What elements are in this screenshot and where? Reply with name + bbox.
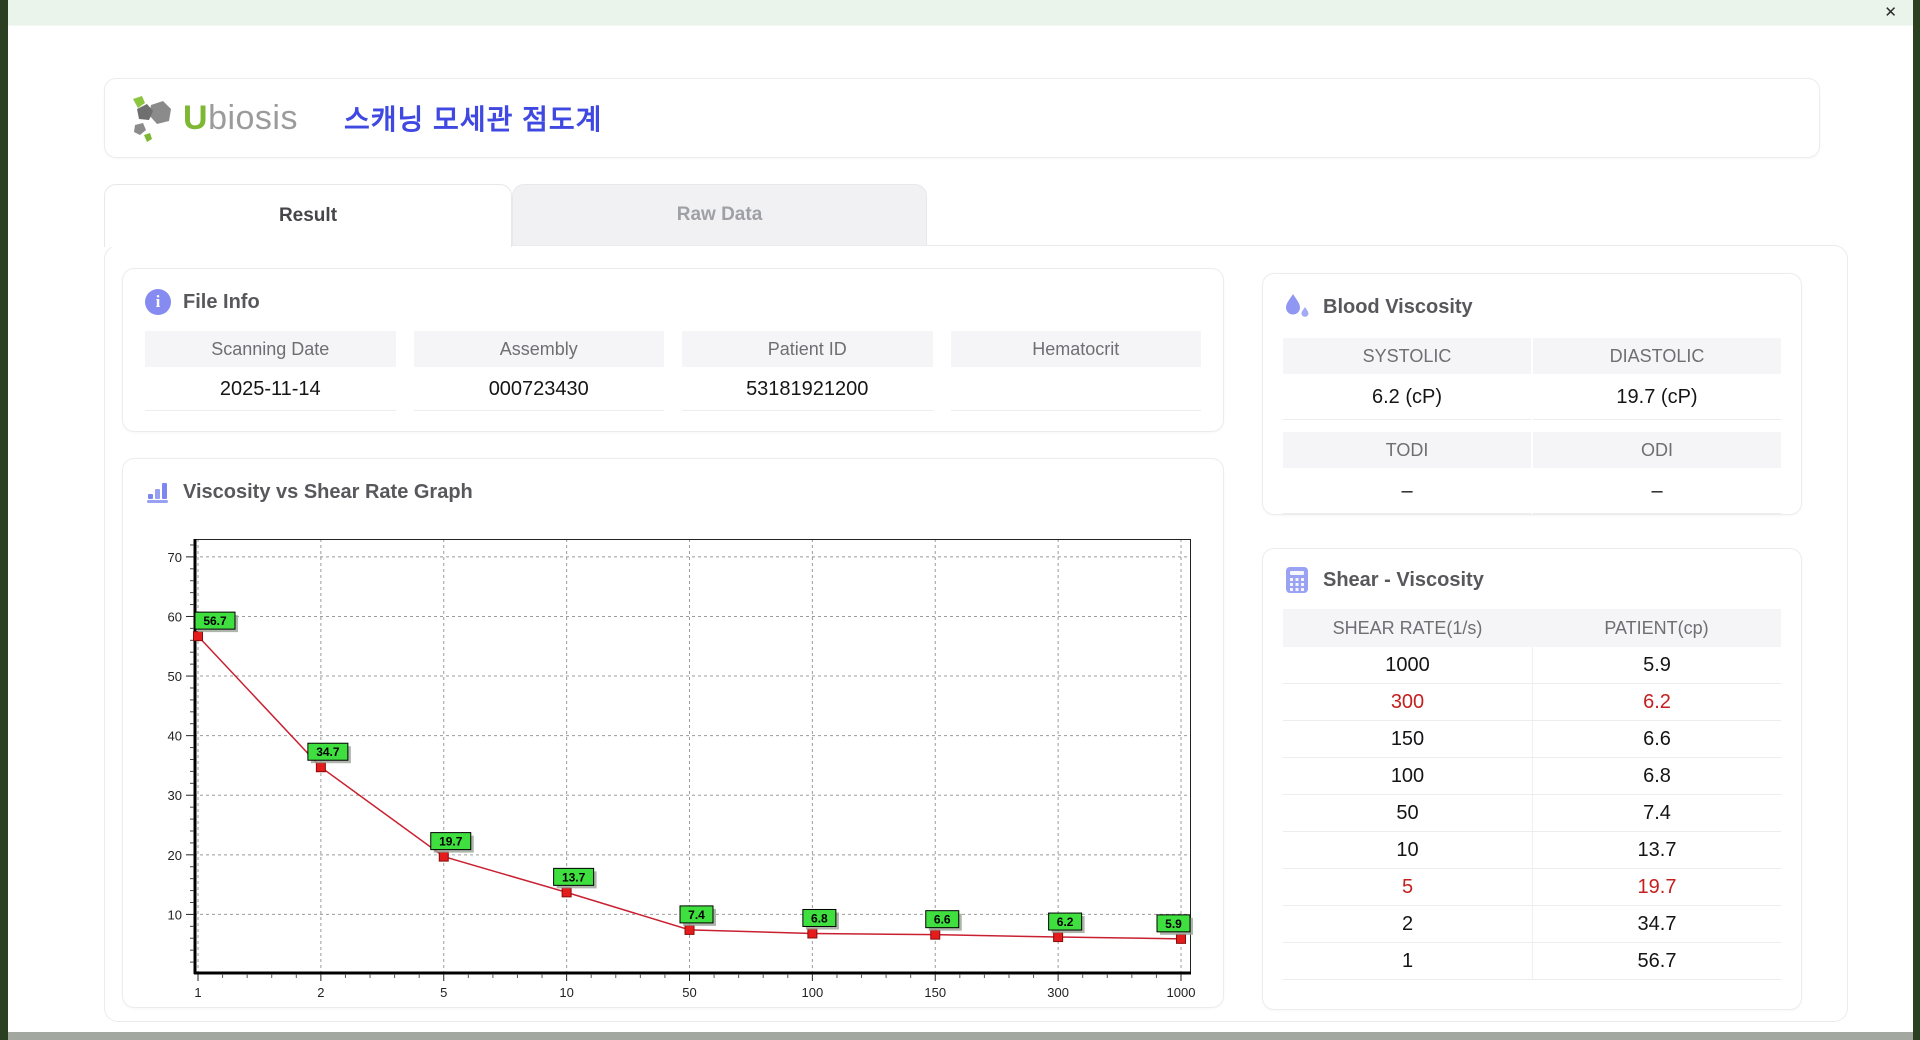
brand-rest: biosis: [208, 98, 298, 137]
blood-viscosity-card: Blood Viscosity SYSTOLIC DIASTOLIC 6.2 (…: [1262, 273, 1802, 515]
svg-text:40: 40: [168, 729, 182, 744]
shear-viscosity-title: Shear - Viscosity: [1323, 568, 1484, 591]
svg-text:50: 50: [168, 669, 182, 684]
field-value: 53181921200: [682, 367, 933, 411]
svg-text:60: 60: [168, 609, 182, 624]
svg-text:5.9: 5.9: [1165, 917, 1182, 931]
table-row: 10 13.7: [1283, 832, 1781, 869]
field-value: 2025-11-14: [145, 367, 396, 411]
app-window: ✕ Ubiosis 스캐닝 모세관 점도계 Result Raw Data i …: [8, 0, 1913, 1032]
close-button[interactable]: ✕: [1884, 4, 1897, 22]
svg-text:2: 2: [317, 985, 324, 1000]
file-info-table: Scanning Date Assembly Patient ID Hematocri…: [145, 331, 1201, 411]
svg-text:10: 10: [559, 985, 573, 1000]
graph-title: Viscosity vs Shear Rate Graph: [183, 480, 473, 503]
table-row: 5 19.7: [1283, 869, 1781, 906]
bv-value-systolic: 6.2 (cP): [1283, 374, 1531, 420]
svg-text:1: 1: [194, 985, 201, 1000]
bar-chart-icon: [145, 479, 171, 505]
svg-text:30: 30: [168, 788, 182, 803]
bv-header-odi: ODI: [1533, 432, 1781, 468]
info-icon: i: [145, 289, 171, 315]
table-row: 50 7.4: [1283, 795, 1781, 832]
bv-header-systolic: SYSTOLIC: [1283, 338, 1531, 374]
bv-header-diastolic: DIASTOLIC: [1533, 338, 1781, 374]
svg-text:6.2: 6.2: [1057, 915, 1074, 929]
brand-logo: Ubiosis: [129, 93, 298, 143]
table-row: 2 34.7: [1283, 906, 1781, 943]
table-row: 150 6.6: [1283, 721, 1781, 758]
shear-col-rate: SHEAR RATE(1/s): [1332, 618, 1483, 638]
field-value: 000723430: [413, 367, 664, 411]
svg-text:34.7: 34.7: [316, 745, 340, 759]
blood-viscosity-title: Blood Viscosity: [1323, 295, 1473, 318]
svg-text:13.7: 13.7: [562, 870, 586, 884]
shear-table-header: SHEAR RATE(1/s) PATIENT(cp): [1283, 609, 1781, 647]
taskbar-edge: [8, 1032, 1913, 1040]
svg-text:50: 50: [682, 985, 696, 1000]
table-row: 300 6.2: [1283, 684, 1781, 721]
table-row: 100 6.8: [1283, 758, 1781, 795]
svg-text:6.8: 6.8: [811, 911, 828, 925]
svg-text:10: 10: [168, 907, 182, 922]
table-row: 1 56.7: [1283, 943, 1781, 980]
title-bar: ✕: [8, 0, 1913, 26]
brand-u: U: [183, 98, 209, 137]
field-value: [950, 367, 1201, 411]
svg-text:70: 70: [168, 550, 182, 565]
page-title: 스캐닝 모세관 점도계: [344, 104, 603, 135]
viscosity-chart: 10 20 30 40 50 60 70 1 2 5 10 50 100 150 300 1000 56.7 34…: [154, 529, 1223, 1012]
calculator-icon: [1283, 565, 1311, 595]
svg-text:5: 5: [440, 985, 447, 1000]
svg-text:100: 100: [802, 985, 824, 1000]
shear-table: SHEAR RATE(1/s) PATIENT(cp) 1000 5.9 300 6.…: [1283, 609, 1781, 980]
tab-raw-data[interactable]: Raw Data: [512, 184, 927, 245]
ubiosis-logo-icon: [129, 93, 177, 143]
svg-text:150: 150: [924, 985, 946, 1000]
svg-text:19.7: 19.7: [439, 835, 463, 849]
field-header: Patient ID: [682, 331, 933, 367]
bv-value-todi: –: [1283, 468, 1531, 514]
logo-header-card: Ubiosis 스캐닝 모세관 점도계: [104, 78, 1820, 158]
table-row: 1000 5.9: [1283, 647, 1781, 684]
bv-value-odi: –: [1533, 468, 1781, 514]
svg-text:6.6: 6.6: [934, 913, 951, 927]
droplet-icon: [1283, 292, 1311, 322]
field-header: Assembly: [413, 331, 664, 367]
bv-header-todi: TODI: [1283, 432, 1531, 468]
tab-result[interactable]: Result: [104, 184, 512, 247]
svg-text:1000: 1000: [1167, 985, 1196, 1000]
shear-viscosity-card: Shear - Viscosity SHEAR RATE(1/s) PATIEN…: [1262, 548, 1802, 1010]
shear-col-patient: PATIENT(cp): [1604, 618, 1709, 638]
field-header: Scanning Date: [145, 331, 396, 367]
blood-viscosity-table: SYSTOLIC DIASTOLIC 6.2 (cP) 19.7 (cP) TO…: [1283, 338, 1781, 514]
graph-card: Viscosity vs Shear Rate Graph 10 20 30 40 50…: [122, 458, 1224, 1008]
svg-text:20: 20: [168, 848, 182, 863]
file-info-card: i File Info Scanning Date Assembly Patient…: [122, 268, 1224, 432]
bv-value-diastolic: 19.7 (cP): [1533, 374, 1781, 420]
field-header: Hematocrit: [950, 331, 1201, 367]
svg-text:300: 300: [1047, 985, 1069, 1000]
svg-text:56.7: 56.7: [203, 614, 227, 628]
file-info-title: File Info: [183, 290, 260, 313]
svg-text:7.4: 7.4: [688, 908, 705, 922]
brand-wordmark: Ubiosis: [183, 99, 298, 138]
